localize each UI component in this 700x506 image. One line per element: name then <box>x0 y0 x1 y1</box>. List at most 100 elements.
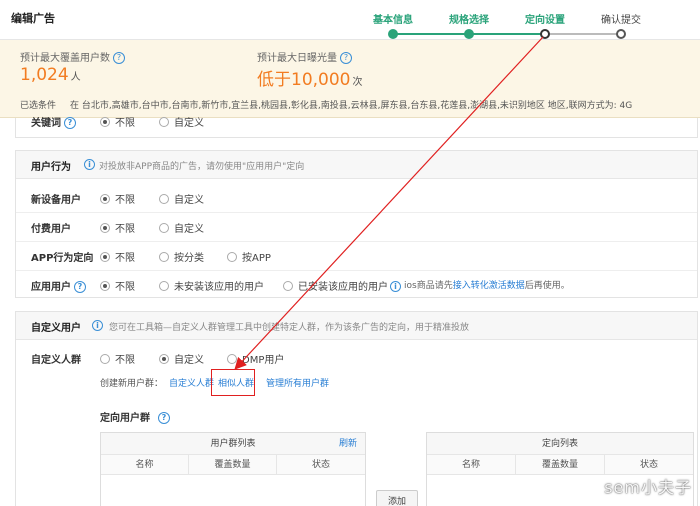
option-custom[interactable]: 自定义 <box>159 351 204 366</box>
exposure-value: 低于10,000 次 <box>257 65 362 90</box>
option-by-app[interactable]: 按APP <box>227 249 271 264</box>
table-header-row: 名称 覆盖数量 状态 <box>101 455 365 475</box>
column-header: 覆盖数量 <box>516 455 605 475</box>
conditions-label: 已选条件 <box>20 101 57 111</box>
radio-icon[interactable] <box>159 281 169 291</box>
option-label: 不限 <box>115 253 135 264</box>
radio-icon[interactable] <box>283 281 293 291</box>
column-header: 名称 <box>101 455 189 475</box>
users-value: 1,024 人 <box>20 65 81 85</box>
radio-selected-icon[interactable] <box>100 252 110 262</box>
help-icon[interactable]: ? <box>113 52 125 64</box>
option-unlimited[interactable]: 不限 <box>100 249 135 264</box>
option-unlimited[interactable]: 不限 <box>100 351 135 366</box>
users-label-text: 预计最大覆盖用户数 <box>20 53 110 64</box>
option-label: 不限 <box>115 118 135 129</box>
exposure-value-number: 低于10,000 <box>257 70 351 90</box>
help-icon[interactable]: ? <box>340 52 352 64</box>
option-custom[interactable]: 自定义 <box>159 191 204 206</box>
user-behavior-section: 用户行为 i 对投放非APP商品的广告，请勿使用"应用用户"定向 新设备用户 不… <box>15 150 698 298</box>
section-title: 用户行为 <box>31 162 71 173</box>
page-header: 编辑广告 基本信息 规格选择 定向设置 确认提交 <box>0 0 700 40</box>
option-custom[interactable]: 自定义 <box>159 220 204 235</box>
radio-selected-icon[interactable] <box>100 281 110 291</box>
keyword-section: 关键词? 不限 自定义 <box>15 117 698 138</box>
radio-icon[interactable] <box>159 252 169 262</box>
exposure-label: 预计最大日曝光量? <box>257 49 352 64</box>
help-icon[interactable]: ? <box>74 281 86 293</box>
table-header-row: 名称 覆盖数量 状态 <box>427 455 693 475</box>
row-paying-users: 付费用户 不限 自定义 <box>16 216 697 238</box>
users-label: 预计最大覆盖用户数? <box>20 49 125 64</box>
keyword-label-text: 关键词 <box>31 118 61 129</box>
divider <box>16 241 697 242</box>
help-icon[interactable]: ? <box>64 117 76 129</box>
radio-selected-icon[interactable] <box>100 117 110 127</box>
option-label: 已安装该应用的用户 <box>298 282 388 293</box>
step-spec-select[interactable]: 规格选择 <box>449 11 489 26</box>
option-label: 未安装该应用的用户 <box>174 282 264 293</box>
custom-audience-link[interactable]: 自定义人群 <box>169 379 214 389</box>
audience-list-table: 用户群列表 刷新 名称 覆盖数量 状态 <box>100 432 366 506</box>
radio-icon[interactable] <box>227 354 237 364</box>
option-unlimited[interactable]: 不限 <box>100 220 135 235</box>
create-label: 创建新用户群： <box>100 379 164 389</box>
row-label-text: 应用用户 <box>31 282 71 293</box>
radio-icon[interactable] <box>159 194 169 204</box>
option-unlimited[interactable]: 不限 <box>100 191 135 206</box>
radio-icon[interactable] <box>227 252 237 262</box>
option-dmp[interactable]: DMP用户 <box>227 351 284 366</box>
step-dot-done <box>388 29 398 39</box>
keyword-option-unlimited[interactable]: 不限 <box>100 114 135 129</box>
option-label: 不限 <box>115 355 135 366</box>
radio-selected-icon[interactable] <box>100 223 110 233</box>
table-title-text: 用户群列表 <box>210 439 256 449</box>
option-by-category[interactable]: 按分类 <box>159 249 204 264</box>
option-label: 按分类 <box>174 253 204 264</box>
radio-icon[interactable] <box>159 223 169 233</box>
option-label: 自定义 <box>174 224 204 235</box>
section-hint: 您可在工具箱—自定义人群管理工具中创建特定人群，作为该条广告的定向，用于精准投放 <box>109 323 470 333</box>
radio-selected-icon[interactable] <box>159 354 169 364</box>
step-targeting[interactable]: 定向设置 <box>525 11 565 26</box>
targeting-audience-title: 定向用户群? <box>100 409 170 424</box>
add-button[interactable]: 添加 <box>376 490 418 506</box>
section-title: 自定义用户 <box>31 323 81 334</box>
conversion-data-link[interactable]: 接入转化激活数据 <box>453 281 525 291</box>
option-label: 自定义 <box>174 195 204 206</box>
manage-audiences-link[interactable]: 管理所有用户群 <box>266 379 329 389</box>
option-installed[interactable]: 已安装该应用的用户 <box>283 278 388 293</box>
refresh-button[interactable]: 刷新 <box>339 433 357 455</box>
step-dot-done <box>464 29 474 39</box>
users-unit: 人 <box>70 72 81 83</box>
exposure-unit: 次 <box>352 77 363 88</box>
step-basic-info[interactable]: 基本信息 <box>373 11 413 26</box>
radio-icon[interactable] <box>100 354 110 364</box>
keyword-option-custom[interactable]: 自定义 <box>159 114 204 129</box>
radio-icon[interactable] <box>159 117 169 127</box>
step-dot-current <box>540 29 550 39</box>
row-custom-audience: 自定义人群 不限 自定义 DMP用户 <box>16 347 697 369</box>
info-icon: i <box>92 320 103 331</box>
page-title: 编辑广告 <box>11 12 55 25</box>
info-icon: i <box>84 159 95 170</box>
option-label: 不限 <box>115 224 135 235</box>
option-not-installed[interactable]: 未安装该应用的用户 <box>159 278 264 293</box>
watermark: sem小夫子 <box>604 478 692 497</box>
ios-note: i ios商品请先接入转化激活数据后再使用。 <box>390 278 570 292</box>
option-label: 不限 <box>115 195 135 206</box>
option-unlimited[interactable]: 不限 <box>100 278 135 293</box>
conditions-text: 在 台北市,高雄市,台中市,台南市,新竹市,宜兰县,桃园县,彰化县,南投县,云林… <box>70 101 633 111</box>
row-app-behavior: APP行为定向 不限 按分类 按APP <box>16 245 697 267</box>
table-title: 用户群列表 刷新 <box>101 433 365 455</box>
radio-selected-icon[interactable] <box>100 194 110 204</box>
column-header: 状态 <box>311 460 330 470</box>
exposure-label-text: 预计最大日曝光量 <box>257 53 337 64</box>
ios-note-pre: ios商品请先 <box>404 281 453 291</box>
row-label: APP行为定向 <box>31 253 94 264</box>
step-confirm: 确认提交 <box>601 15 641 26</box>
help-icon[interactable]: ? <box>158 412 170 424</box>
row-label: 自定义人群 <box>31 355 81 366</box>
option-label: DMP用户 <box>242 355 285 366</box>
step-connector <box>393 33 469 35</box>
